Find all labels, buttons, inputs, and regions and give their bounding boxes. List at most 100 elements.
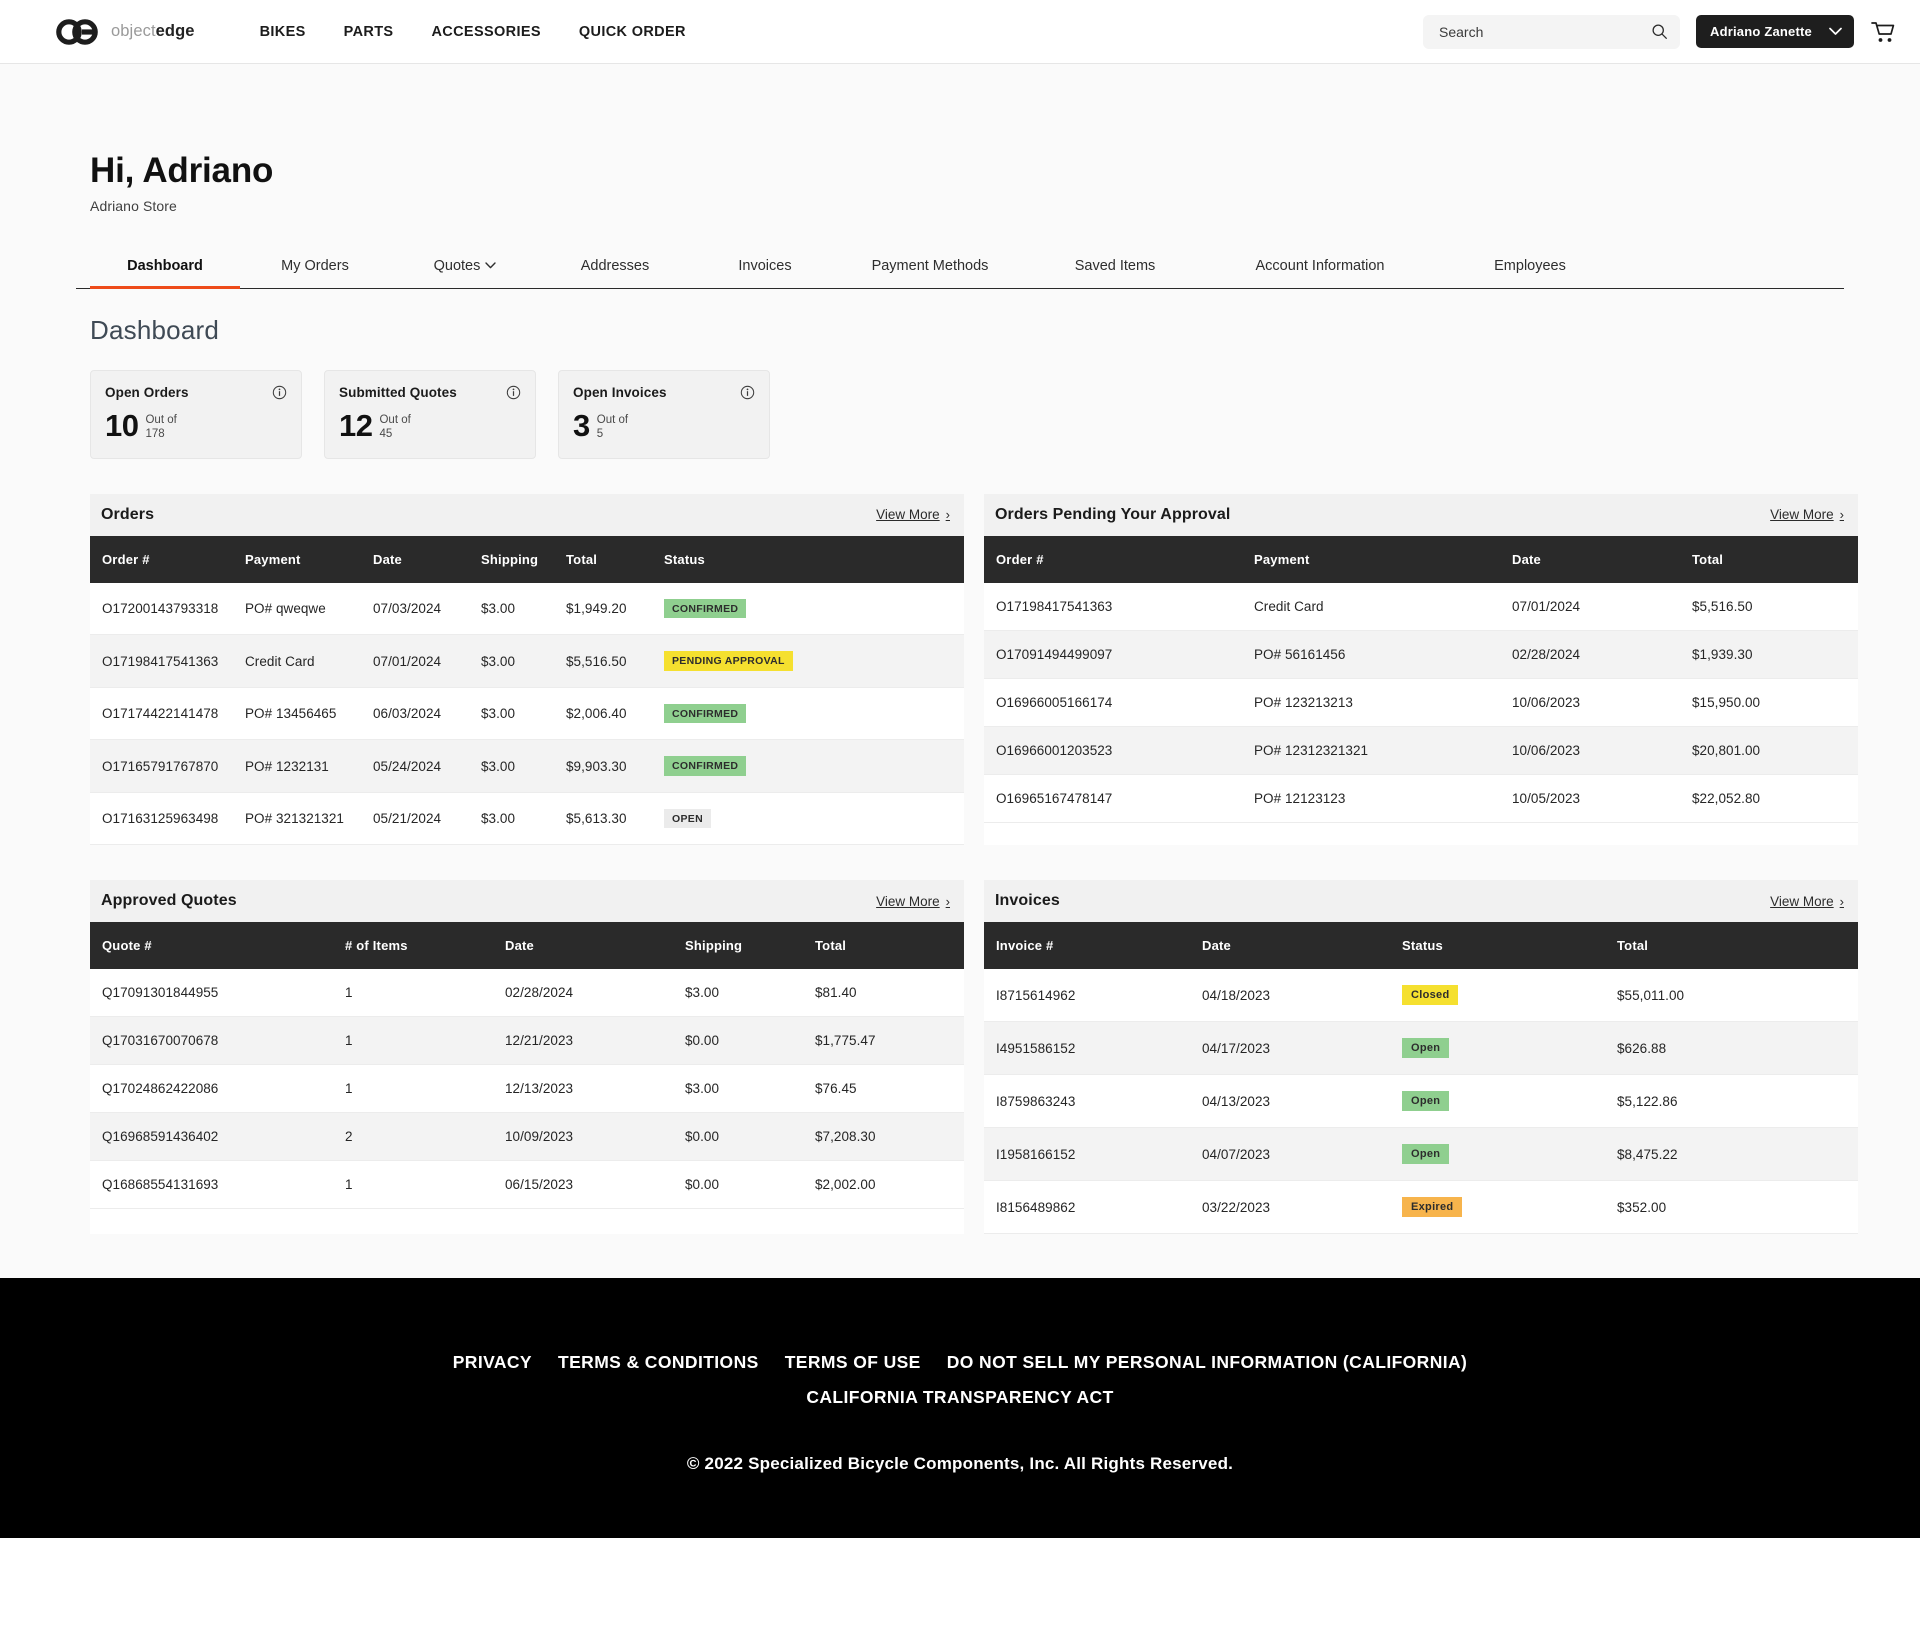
view-more-orders-link[interactable]: View More ›: [876, 507, 950, 522]
table-row[interactable]: Q17031670070678 1 12/21/2023 $0.00 $1,77…: [90, 1016, 964, 1066]
user-account-dropdown[interactable]: Adriano Zanette: [1696, 15, 1854, 48]
page-body: Hi, Adriano Adriano Store Dashboard My O…: [0, 64, 1920, 1279]
tab-saved-items[interactable]: Saved Items: [1020, 248, 1210, 288]
panel-title: Invoices: [995, 892, 1060, 910]
search-icon[interactable]: [1651, 23, 1668, 40]
table-row[interactable]: O17091494499097 PO# 56161456 02/28/2024 …: [984, 630, 1858, 679]
cell-order-number[interactable]: O16966001203523: [984, 726, 1254, 775]
table-row[interactable]: O16966001203523 PO# 12312321321 10/06/20…: [984, 726, 1858, 775]
cell-quote-number[interactable]: Q16968591436402: [90, 1112, 345, 1162]
cell-shipping: $0.00: [685, 1016, 815, 1066]
view-more-approval-link[interactable]: View More ›: [1770, 507, 1844, 522]
nav-item-quick-order[interactable]: QUICK ORDER: [560, 24, 705, 40]
stat-card-body: 12 Out of 45: [339, 409, 521, 442]
info-icon[interactable]: [740, 385, 755, 400]
cell-status: Open: [1402, 1021, 1617, 1076]
cell-total: $20,801.00: [1692, 726, 1858, 775]
cell-order-number[interactable]: O16966005166174: [984, 678, 1254, 727]
table-row[interactable]: O17200143793318 PO# qweqwe 07/03/2024 $3…: [90, 582, 964, 636]
cell-invoice-number[interactable]: I8759863243: [984, 1074, 1202, 1129]
info-icon[interactable]: [506, 385, 521, 400]
cell-invoice-number[interactable]: I1958166152: [984, 1127, 1202, 1182]
nav-item-bikes[interactable]: BIKES: [241, 24, 325, 40]
table-row[interactable]: Q16968591436402 2 10/09/2023 $0.00 $7,20…: [90, 1112, 964, 1162]
tab-account-information[interactable]: Account Information: [1210, 248, 1430, 288]
cell-date: 04/07/2023: [1202, 1127, 1402, 1182]
table-row[interactable]: O17198417541363 Credit Card 07/01/2024 $…: [984, 582, 1858, 631]
chevron-down-icon: [485, 262, 497, 269]
cell-order-number[interactable]: O17198417541363: [90, 634, 245, 688]
status-badge: CONFIRMED: [664, 756, 747, 776]
cell-status: Open: [1402, 1074, 1617, 1129]
cell-invoice-number[interactable]: I8715614962: [984, 969, 1202, 1023]
tab-addresses[interactable]: Addresses: [540, 248, 690, 288]
tab-employees[interactable]: Employees: [1430, 248, 1630, 288]
footer-link-do-not-sell[interactable]: DO NOT SELL MY PERSONAL INFORMATION (CAL…: [947, 1352, 1468, 1373]
table-row[interactable]: Q16868554131693 1 06/15/2023 $0.00 $2,00…: [90, 1160, 964, 1210]
tab-quotes[interactable]: Quotes: [390, 248, 540, 288]
table-row[interactable]: Q17024862422086 1 12/13/2023 $3.00 $76.4…: [90, 1064, 964, 1114]
brand-logo[interactable]: objectedge: [56, 18, 195, 45]
stat-card-outof-label: Out of: [145, 413, 177, 426]
tab-dashboard[interactable]: Dashboard: [90, 248, 240, 289]
cell-quote-number[interactable]: Q17031670070678: [90, 1016, 345, 1066]
cell-invoice-number[interactable]: I4951586152: [984, 1021, 1202, 1076]
table-row[interactable]: O17165791767870 PO# 1232131 05/24/2024 $…: [90, 739, 964, 793]
nav-item-accessories[interactable]: ACCESSORIES: [412, 24, 559, 40]
cell-quote-number[interactable]: Q17091301844955: [90, 969, 345, 1018]
cell-date: 10/09/2023: [505, 1112, 685, 1162]
tab-payment-methods[interactable]: Payment Methods: [840, 248, 1020, 288]
column-date: Date: [505, 922, 685, 970]
cell-order-number[interactable]: O16965167478147: [984, 774, 1254, 823]
table-row[interactable]: O16965167478147 PO# 12123123 10/05/2023 …: [984, 774, 1858, 823]
cell-invoice-number[interactable]: I8156489862: [984, 1180, 1202, 1235]
cell-date: 04/17/2023: [1202, 1021, 1402, 1076]
table-row[interactable]: I8759863243 04/13/2023 Open $5,122.86: [984, 1074, 1858, 1129]
table-row[interactable]: O17174422141478 PO# 13456465 06/03/2024 …: [90, 687, 964, 741]
table-row[interactable]: O16966005166174 PO# 123213213 10/06/2023…: [984, 678, 1858, 727]
stat-card-outof-value: 178: [145, 428, 165, 441]
cell-quote-number[interactable]: Q17024862422086: [90, 1064, 345, 1114]
cell-order-number[interactable]: O17200143793318: [90, 582, 245, 636]
shopping-cart-icon[interactable]: [1870, 19, 1896, 45]
column-order-number: Order #: [90, 535, 245, 583]
stat-card-outof-label: Out of: [379, 413, 411, 426]
cell-order-number[interactable]: O17174422141478: [90, 687, 245, 741]
cell-order-number[interactable]: O17198417541363: [984, 582, 1254, 631]
footer-link-terms-and-conditions[interactable]: TERMS & CONDITIONS: [558, 1352, 759, 1373]
footer-link-california-transparency-act[interactable]: CALIFORNIA TRANSPARENCY ACT: [806, 1387, 1113, 1408]
status-badge: OPEN: [664, 808, 711, 829]
tab-invoices[interactable]: Invoices: [690, 248, 840, 288]
tab-my-orders[interactable]: My Orders: [240, 248, 390, 288]
cell-payment: PO# qweqwe: [245, 582, 373, 636]
footer-link-terms-of-use[interactable]: TERMS OF USE: [785, 1352, 921, 1373]
chevron-down-icon: [1829, 27, 1842, 35]
info-icon[interactable]: [272, 385, 287, 400]
view-more-quotes-link[interactable]: View More ›: [876, 894, 950, 909]
tab-invoices-label: Invoices: [738, 257, 792, 274]
cell-quote-number[interactable]: Q16868554131693: [90, 1160, 345, 1210]
cell-payment: PO# 12312321321: [1254, 726, 1512, 775]
cell-shipping: $3.00: [481, 634, 566, 688]
footer-link-privacy[interactable]: PRIVACY: [453, 1352, 532, 1373]
nav-item-parts[interactable]: PARTS: [325, 24, 413, 40]
table-row[interactable]: Q17091301844955 1 02/28/2024 $3.00 $81.4…: [90, 969, 964, 1018]
cell-order-number[interactable]: O17165791767870: [90, 739, 245, 793]
cell-num-items: 2: [345, 1112, 505, 1162]
table-row[interactable]: O17163125963498 PO# 321321321 05/21/2024…: [90, 792, 964, 846]
cell-order-number[interactable]: O17091494499097: [984, 630, 1254, 679]
cell-order-number[interactable]: O17163125963498: [90, 792, 245, 846]
table-row[interactable]: I8715614962 04/18/2023 Closed $55,011.00: [984, 969, 1858, 1023]
view-more-invoices-link[interactable]: View More ›: [1770, 894, 1844, 909]
search-input[interactable]: [1439, 23, 1651, 40]
cell-num-items: 1: [345, 1064, 505, 1114]
panel-title: Approved Quotes: [101, 892, 237, 910]
cell-shipping: $3.00: [481, 582, 566, 636]
table-row[interactable]: O17198417541363 Credit Card 07/01/2024 $…: [90, 634, 964, 688]
tab-addresses-label: Addresses: [580, 257, 650, 274]
table-row[interactable]: I1958166152 04/07/2023 Open $8,475.22: [984, 1127, 1858, 1182]
table-row[interactable]: I4951586152 04/17/2023 Open $626.88: [984, 1021, 1858, 1076]
search-box[interactable]: [1423, 14, 1680, 49]
cell-total: $5,122.86: [1617, 1074, 1858, 1129]
table-row[interactable]: I8156489862 03/22/2023 Expired $352.00: [984, 1180, 1858, 1235]
